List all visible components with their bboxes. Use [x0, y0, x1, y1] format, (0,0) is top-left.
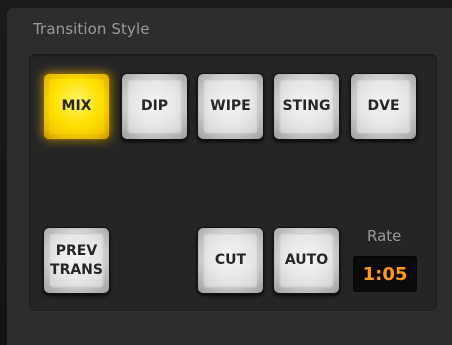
dve-button[interactable]: DVE	[350, 73, 417, 140]
rate-label: Rate	[367, 227, 402, 245]
sting-button[interactable]: STING	[273, 73, 340, 140]
mix-button[interactable]: MIX	[43, 73, 110, 140]
dip-label: DIP	[140, 98, 169, 114]
window-background: Transition Style MIX DIP WIPE STING DVE …	[0, 0, 452, 345]
rate-value: 1:05	[362, 263, 408, 285]
prev-trans-button[interactable]: PREV TRANS	[43, 227, 110, 294]
cut-button[interactable]: CUT	[197, 227, 264, 294]
mix-label: MIX	[61, 98, 92, 114]
sting-label: STING	[282, 98, 331, 114]
dve-label: DVE	[367, 98, 400, 114]
cut-label: CUT	[214, 252, 247, 268]
dip-button[interactable]: DIP	[121, 73, 188, 140]
prev-trans-label: PREV TRANS	[50, 242, 103, 278]
auto-button[interactable]: AUTO	[273, 227, 340, 294]
wipe-label: WIPE	[210, 98, 251, 114]
wipe-button[interactable]: WIPE	[197, 73, 264, 140]
auto-label: AUTO	[284, 252, 329, 268]
panel-title: Transition Style	[33, 20, 150, 38]
rate-display[interactable]: 1:05	[353, 256, 417, 292]
